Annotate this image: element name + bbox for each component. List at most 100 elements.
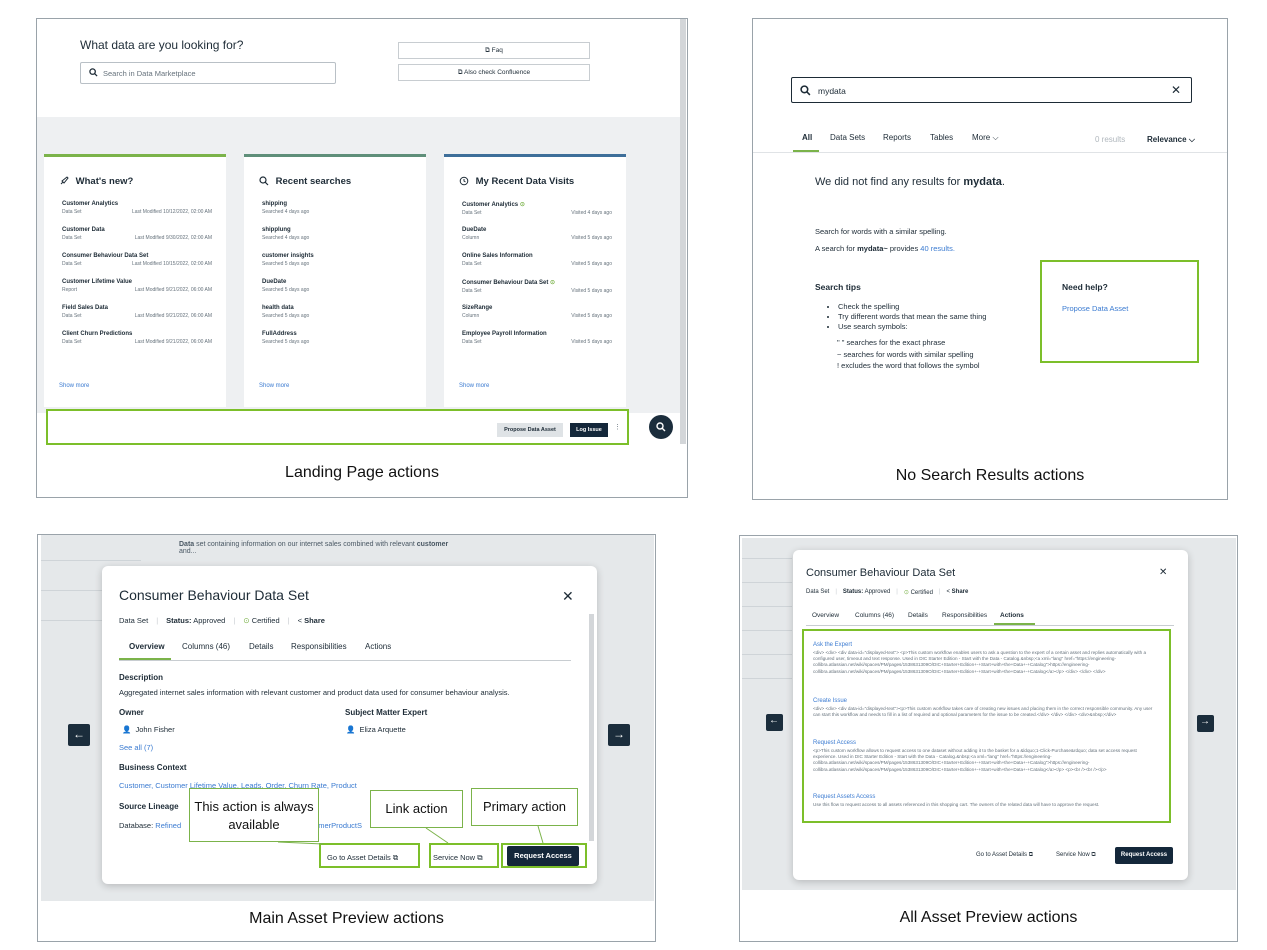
next-button[interactable]: → bbox=[1197, 715, 1214, 732]
log-issue-button[interactable]: Log Issue bbox=[570, 423, 608, 437]
tab-columns[interactable]: Columns (46) bbox=[855, 612, 894, 619]
list-item[interactable]: Customer Analytics Data Set Last Modified … bbox=[62, 201, 212, 215]
tab-reports[interactable]: Reports bbox=[883, 133, 911, 142]
no-results-panel: mydata ✕ All Data Sets Reports Tables Mo… bbox=[752, 18, 1228, 500]
item-meta: Visited 5 days ago bbox=[571, 235, 612, 241]
item-name: customer insights bbox=[262, 253, 314, 259]
list-item[interactable]: shipping Searched 4 days ago bbox=[262, 201, 412, 215]
landing-caption: Landing Page actions bbox=[285, 464, 439, 481]
tab-more[interactable]: More ⌵ bbox=[972, 133, 999, 143]
item-type: Data Set bbox=[62, 235, 82, 241]
card-header: What's new? bbox=[59, 176, 133, 187]
share-icon: < bbox=[946, 589, 950, 595]
faq-label: Faq bbox=[491, 47, 503, 54]
propose-data-asset-button[interactable]: Propose Data Asset bbox=[497, 423, 563, 437]
search-placeholder: Search in Data Marketplace bbox=[103, 69, 196, 78]
search-icon bbox=[800, 85, 811, 96]
close-icon[interactable]: ✕ bbox=[1159, 567, 1167, 578]
action-item[interactable]: Request Access <p>This custom workflow al… bbox=[813, 740, 1159, 773]
list-item[interactable]: Customer Lifetime Value Report Last Modifi… bbox=[62, 279, 212, 293]
sort-dropdown[interactable]: Relevance ⌵ bbox=[1147, 135, 1195, 145]
callout-pointers bbox=[277, 825, 544, 845]
noresults-search-input[interactable]: mydata ✕ bbox=[791, 77, 1192, 103]
whats-new-card: What's new? Customer Analytics Data Set La… bbox=[44, 154, 226, 407]
tab-all[interactable]: All bbox=[802, 133, 812, 142]
item-meta: Visited 5 days ago bbox=[571, 288, 612, 294]
item-name: Customer Analytics bbox=[462, 202, 519, 208]
certified-icon: ⊙ bbox=[550, 280, 556, 286]
item-name: Consumer Behaviour Data Set bbox=[62, 253, 149, 259]
action-name[interactable]: Ask the Expert bbox=[813, 642, 1159, 648]
suggest-prefix: A search for bbox=[815, 244, 858, 253]
tab-data-sets[interactable]: Data Sets bbox=[830, 133, 865, 142]
tips-title: Search tips bbox=[815, 282, 861, 292]
heading-term: mydata bbox=[963, 176, 1002, 188]
item-name: Customer Data bbox=[62, 227, 105, 233]
item-meta: Last Modified 9/30/2022, 02:00 AM bbox=[134, 235, 212, 241]
list-item[interactable]: Field Sales Data Data Set Last Modified 9/… bbox=[62, 305, 212, 319]
action-item[interactable]: Create Issue <div> <div> <div data-id="di… bbox=[813, 698, 1159, 718]
clear-icon[interactable]: ✕ bbox=[1171, 83, 1181, 97]
tab-more-label: More bbox=[972, 133, 991, 142]
show-more-link[interactable]: Show more bbox=[459, 383, 489, 389]
list-item[interactable]: Customer Analytics ⊙ Data Set Visited 4 da… bbox=[462, 201, 612, 216]
show-more-link[interactable]: Show more bbox=[59, 383, 89, 389]
status-label: Status: bbox=[842, 589, 864, 595]
propose-data-asset-link[interactable]: Propose Data Asset bbox=[1062, 304, 1128, 313]
search-icon bbox=[656, 422, 666, 432]
service-now-button[interactable]: Service Now ⧉ bbox=[1056, 852, 1096, 859]
list-item[interactable]: Customer Data Data Set Last Modified 9/30/… bbox=[62, 227, 212, 241]
request-access-button[interactable]: Request Access bbox=[1115, 847, 1173, 864]
list-item[interactable]: Online Sales Information Data Set Visited … bbox=[462, 253, 612, 267]
tab-tables[interactable]: Tables bbox=[930, 133, 953, 142]
certified-icon: ⊙ bbox=[519, 202, 525, 208]
action-item[interactable]: Ask the Expert <div> <div> <div data-id="… bbox=[813, 642, 1159, 675]
list-item[interactable]: Client Churn Predictions Data Set Last Mod… bbox=[62, 331, 212, 345]
faq-button[interactable]: ⧉ Faq bbox=[398, 42, 590, 59]
list-item[interactable]: Employee Payroll Information Data Set Visi… bbox=[462, 331, 612, 345]
action-description: <div> <div> <div data-id="displayed-text… bbox=[813, 650, 1147, 674]
share-button[interactable]: < Share bbox=[946, 589, 968, 596]
action-description: <div> <div> <div data-id="displayed-text… bbox=[813, 706, 1153, 718]
search-query: mydata bbox=[818, 86, 846, 96]
suggestion-text: A search for mydata~ provides 40 results… bbox=[815, 244, 955, 253]
item-name: health data bbox=[262, 305, 294, 311]
scrollbar[interactable] bbox=[680, 19, 686, 444]
service-now-label: Service Now bbox=[1056, 852, 1090, 858]
list-item[interactable]: customer insights Searched 5 days ago bbox=[262, 253, 412, 267]
list-item[interactable]: Consumer Behaviour Data Set ⊙ Data Set Vis… bbox=[462, 279, 612, 294]
tab-responsibilities[interactable]: Responsibilities bbox=[942, 612, 987, 619]
tab-actions[interactable]: Actions bbox=[1000, 612, 1024, 619]
confluence-button[interactable]: ⧉ Also check Confluence bbox=[398, 64, 590, 81]
tab-overview[interactable]: Overview bbox=[812, 612, 839, 619]
search-fab-button[interactable] bbox=[649, 415, 673, 439]
item-name: DueDate bbox=[262, 279, 287, 285]
recent-searches-card: Recent searches shipping Searched 4 days … bbox=[244, 154, 426, 407]
list-item[interactable]: health data Searched 5 days ago bbox=[262, 305, 412, 319]
list-item[interactable]: FullAddress Searched 5 days ago bbox=[262, 331, 412, 345]
go-to-asset-details-button[interactable]: Go to Asset Details ⧉ bbox=[976, 852, 1033, 859]
action-item[interactable]: Request Assets Access Use this flow to re… bbox=[813, 794, 1159, 808]
symbols-list: " " searches for the exact phrase ~ sear… bbox=[837, 337, 980, 372]
suggest-results-link[interactable]: 40 results. bbox=[920, 244, 955, 253]
certified-icon: ⊙ bbox=[903, 590, 909, 596]
item-meta: Last Modified 9/21/2022, 06:00 AM bbox=[134, 339, 212, 345]
action-name[interactable]: Create Issue bbox=[813, 698, 1159, 704]
landing-search-input[interactable]: Search in Data Marketplace bbox=[80, 62, 336, 84]
action-description: Use this flow to request access to all a… bbox=[813, 802, 1100, 807]
more-options-icon[interactable]: ⋮ bbox=[614, 423, 621, 431]
list-item[interactable]: SizeRange Column Visited 5 days ago bbox=[462, 305, 612, 319]
list-item[interactable]: DueDate Column Visited 5 days ago bbox=[462, 227, 612, 241]
item-type: Searched 5 days ago bbox=[262, 287, 310, 293]
list-item[interactable]: shipplung Searched 4 days ago bbox=[262, 227, 412, 241]
suggest-mid: provides bbox=[887, 244, 921, 253]
go-to-label: Go to Asset Details bbox=[976, 852, 1028, 858]
list-item[interactable]: Consumer Behaviour Data Set Data Set Last … bbox=[62, 253, 212, 267]
action-name[interactable]: Request Assets Access bbox=[813, 794, 1159, 800]
action-name[interactable]: Request Access bbox=[813, 740, 1159, 746]
arrow-right-icon: → bbox=[1200, 716, 1210, 727]
list-item[interactable]: DueDate Searched 5 days ago bbox=[262, 279, 412, 293]
previous-button[interactable]: ← bbox=[766, 714, 783, 731]
tab-details[interactable]: Details bbox=[908, 612, 928, 619]
show-more-link[interactable]: Show more bbox=[259, 383, 289, 389]
